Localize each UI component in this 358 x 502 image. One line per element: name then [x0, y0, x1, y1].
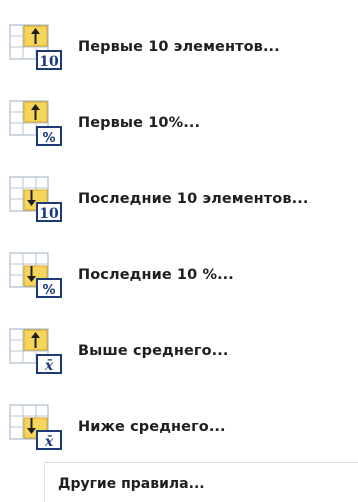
- menu-item-label: Последние 10 %...: [78, 267, 234, 283]
- svg-text:%: %: [42, 131, 55, 146]
- svg-text:10: 10: [39, 54, 59, 70]
- svg-text:x̄: x̄: [44, 434, 54, 450]
- bottom-10-percent-icon: %: [9, 252, 62, 298]
- below-average-icon: x̄: [9, 404, 62, 450]
- menu-item-other-rules[interactable]: Другие правила...: [0, 466, 358, 502]
- menu-item-label: Выше среднего...: [78, 343, 229, 359]
- svg-text:10: 10: [39, 206, 59, 222]
- menu-item-top-10-items[interactable]: 10 Первые 10 элементов...: [0, 14, 358, 80]
- top-bottom-rules-menu: 10 Первые 10 элементов... % Первые 10%..…: [0, 0, 358, 502]
- menu-item-top-10-percent[interactable]: % Первые 10%...: [0, 90, 358, 156]
- top-10-items-icon: 10: [9, 24, 62, 70]
- menu-item-above-average[interactable]: x̄ Выше среднего...: [0, 318, 358, 384]
- top-10-percent-icon: %: [9, 100, 62, 146]
- menu-item-below-average[interactable]: x̄ Ниже среднего...: [0, 394, 358, 460]
- menu-item-label: Последние 10 элементов...: [78, 191, 309, 207]
- svg-text:x̄: x̄: [44, 358, 54, 374]
- menu-separator: [44, 462, 358, 463]
- svg-text:%: %: [42, 283, 55, 298]
- menu-item-bottom-10-items[interactable]: 10 Последние 10 элементов...: [0, 166, 358, 232]
- menu-item-label: Первые 10 элементов...: [78, 39, 280, 55]
- menu-item-bottom-10-percent[interactable]: % Последние 10 %...: [0, 242, 358, 308]
- menu-item-label: Первые 10%...: [78, 115, 201, 131]
- bottom-10-items-icon: 10: [9, 176, 62, 222]
- menu-item-label: Ниже среднего...: [78, 419, 226, 435]
- above-average-icon: x̄: [9, 328, 62, 374]
- other-rules-label: Другие правила...: [58, 476, 205, 492]
